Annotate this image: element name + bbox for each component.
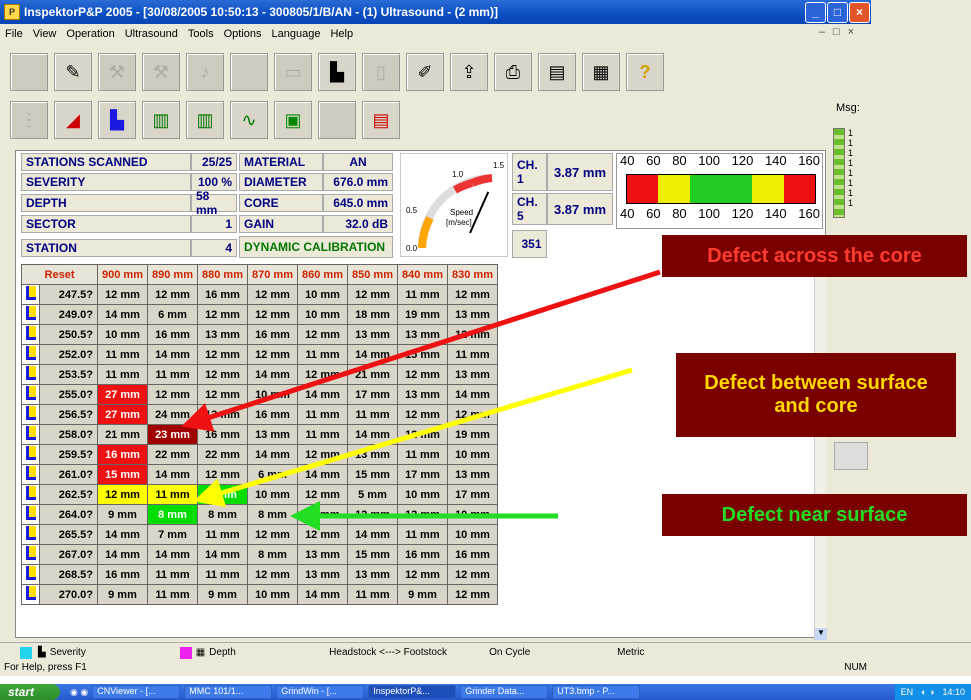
language-indicator[interactable]: EN xyxy=(901,687,914,697)
task-item[interactable]: CNViewer - [... xyxy=(92,685,181,699)
start-button[interactable]: start xyxy=(0,684,60,700)
task-item[interactable]: UT3.bmp - P... xyxy=(552,685,641,699)
task-item[interactable]: MMC 101/1... xyxy=(184,685,273,699)
callout-between: Defect between surface and core xyxy=(676,353,956,437)
task-item-active[interactable]: InspektorP&... xyxy=(368,685,457,699)
tray-icons[interactable]: ◐ ◑ xyxy=(921,687,934,697)
taskbar: start ◉ ◉ CNViewer - [... MMC 101/1... G… xyxy=(0,684,971,700)
clock: 14:10 xyxy=(942,687,965,697)
task-item[interactable]: Grinder Data... xyxy=(460,685,549,699)
annotation-arrows xyxy=(181,269,661,531)
callout-near: Defect near surface xyxy=(662,494,967,536)
callout-core: Defect across the core xyxy=(662,235,967,277)
arrow-between xyxy=(193,367,633,508)
task-item[interactable]: GrindWin - [... xyxy=(276,685,365,699)
arrow-core xyxy=(181,269,661,432)
system-tray: EN ◐ ◑ 14:10 xyxy=(894,684,971,700)
quicklaunch-icon[interactable]: ◉ ◉ xyxy=(70,687,88,698)
